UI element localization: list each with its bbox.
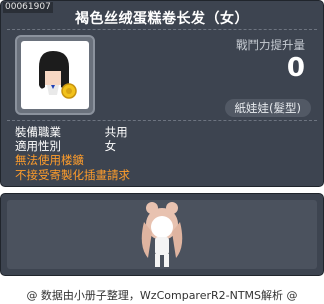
info-value: 女 [104,139,117,153]
item-type-badge: 紙娃娃(髮型) [224,99,311,117]
info-row-job: 裝備職業 共用 [15,126,128,139]
info-row-gender: 適用性別 女 [15,140,116,153]
hair-icon [21,41,89,109]
combat-power-label: 戰鬥力提升量 [236,38,305,52]
info-key: 適用性別 [15,139,61,153]
divider [7,29,317,30]
character-preview-icon [141,202,183,267]
warning-text: 不接受寄製化插畫請求 [15,168,130,182]
preview-area [7,200,317,269]
info-key: 裝備職業 [15,125,61,139]
warning-text: 無法使用楼鑛 [15,153,84,167]
combat-power-value: 0 [286,53,305,83]
character-preview-panel [0,193,324,276]
item-title: 褐色丝绒蛋糕卷长发（女） [75,11,249,27]
divider [7,120,317,121]
info-value: 共用 [104,125,128,139]
item-icon-frame [15,35,95,115]
item-tooltip: 00061907 褐色丝绒蛋糕卷长发（女） 戰鬥力提升量 0 紙娃娃(髮型) 裝… [0,0,324,187]
footer-credit: @ 数据由小册子整理，WzComparerR2-NTMS解析 @ [26,289,298,302]
